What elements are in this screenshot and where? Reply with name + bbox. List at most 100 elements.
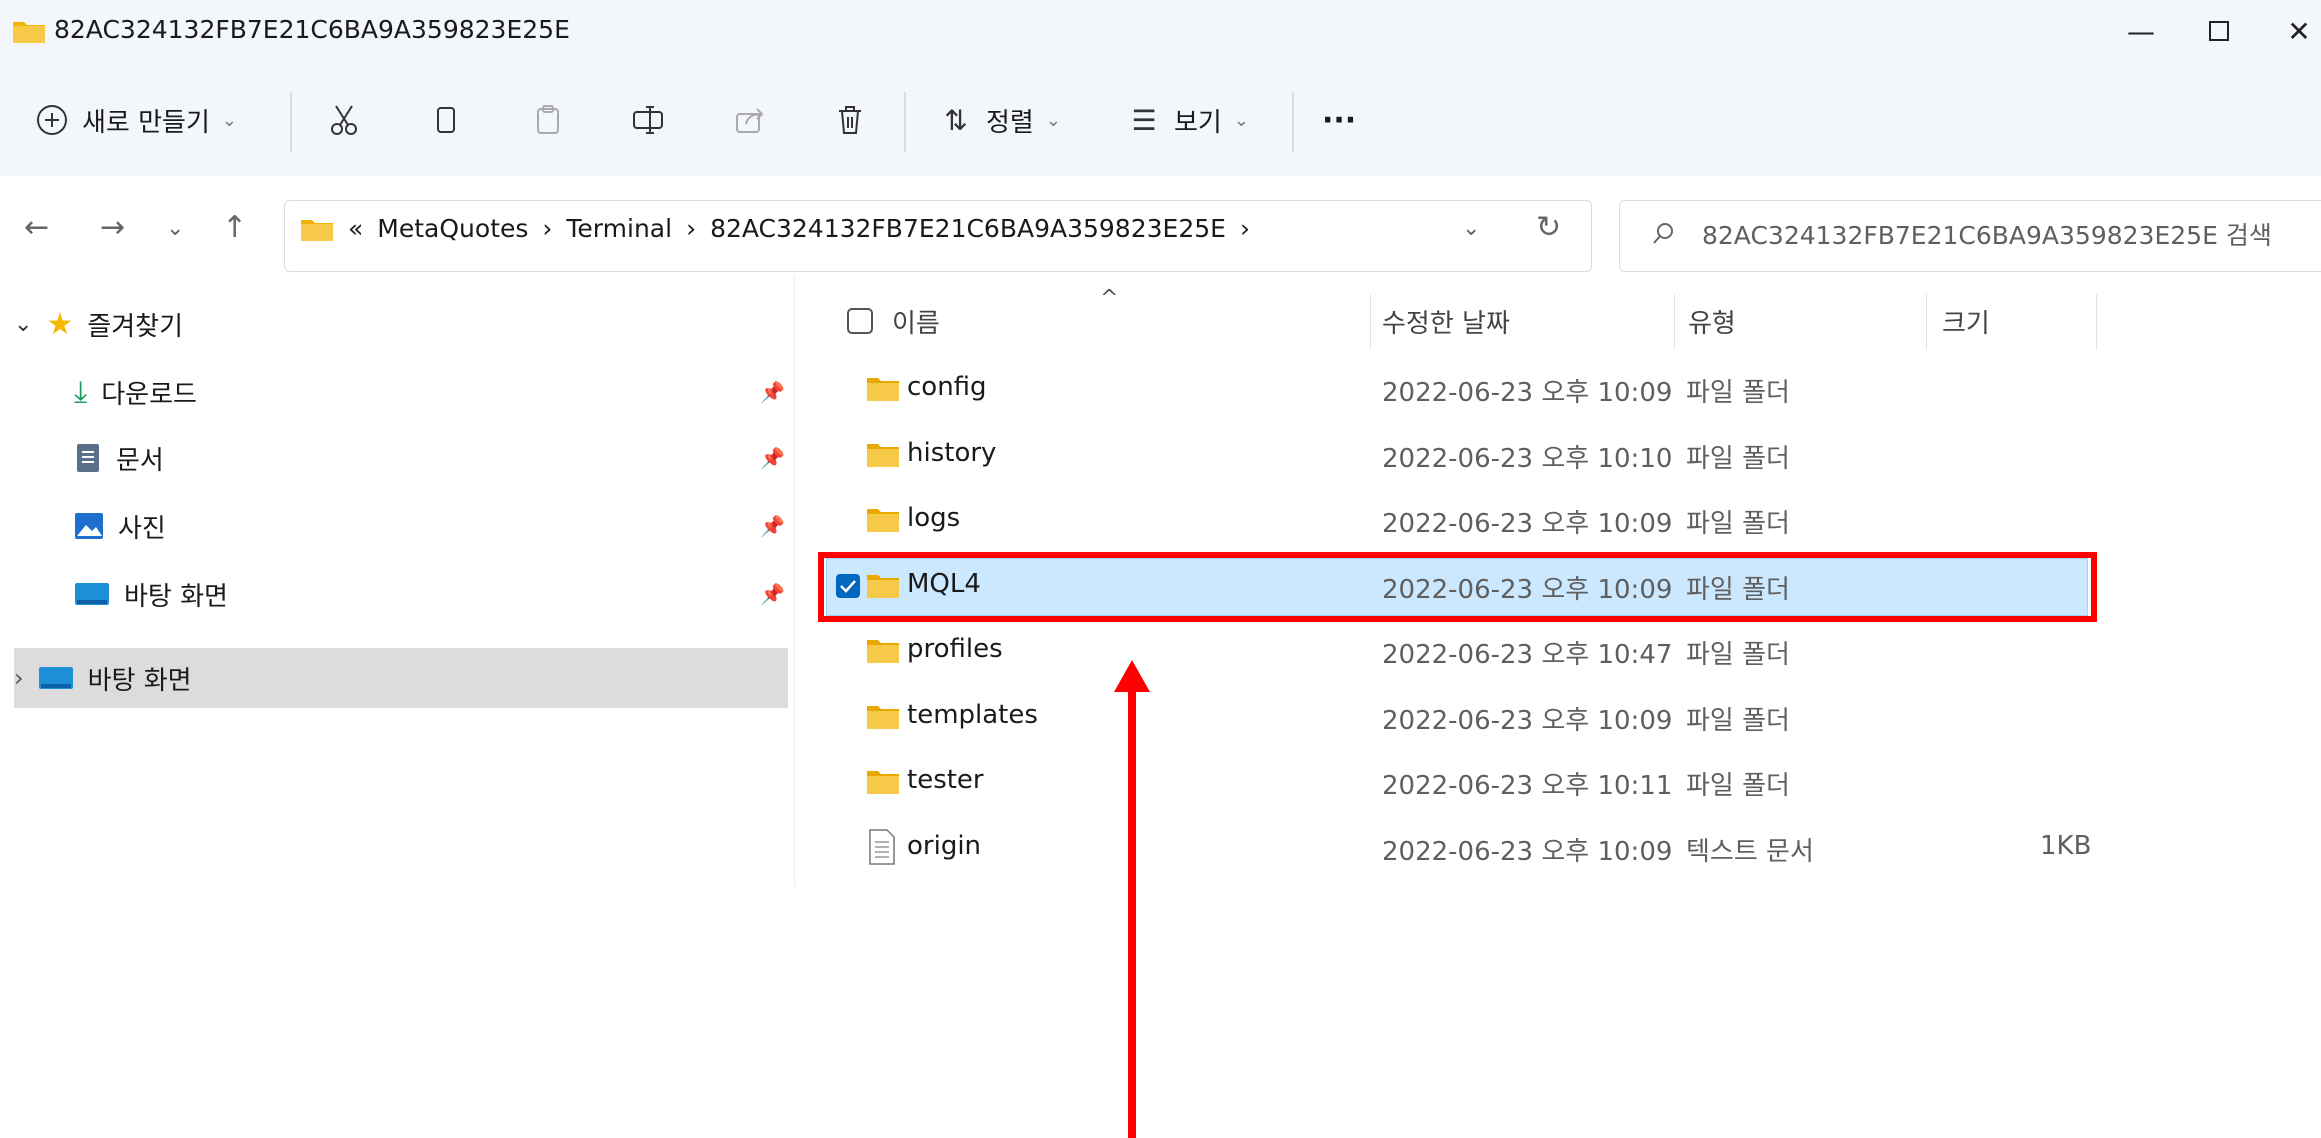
file-type: 파일 폴더 [1686,509,1790,539]
file-date-modified: 2022-06-23 오후 10:09 [1382,509,1673,539]
sort-button[interactable]: ⇅ 정렬 ⌄ [938,88,1061,152]
sidebar-favorites[interactable]: ⌄ ★ 즐겨찾기 [14,294,183,354]
pin-icon: 📌 [760,514,785,538]
pane-divider [794,276,795,886]
column-header-type[interactable]: 유형 [1688,296,1736,346]
file-type: 텍스트 문서 [1686,837,1814,867]
paste-button[interactable] [530,88,566,152]
view-button[interactable]: ☰ 보기 ⌄ [1126,88,1249,152]
document-icon [77,444,99,472]
download-icon: ⤓ [74,374,88,410]
clipboard-icon [537,105,559,134]
column-divider[interactable] [1674,294,1675,350]
chevron-down-icon: ⌄ [1233,109,1249,131]
column-header-name[interactable]: 이름 [846,296,940,346]
sort-button-label: 정렬 [986,107,1034,138]
file-name: origin [907,831,982,861]
share-button[interactable] [732,88,768,152]
more-options-button[interactable]: ··· [1322,88,1356,152]
share-icon [736,108,764,133]
copy-button[interactable] [428,88,464,152]
file-type: 파일 폴더 [1686,640,1790,670]
back-arrow-icon[interactable]: ← [24,210,49,245]
folder-icon [13,22,45,43]
select-all-checkbox[interactable] [846,307,874,335]
folder-icon [867,444,899,467]
column-name-label: 이름 [892,308,940,339]
annotation-highlight-box [818,552,2097,622]
breadcrumb-overflow[interactable]: « [348,214,363,243]
window-title: 82AC324132FB7E21C6BA9A359823E25E [54,15,570,44]
sidebar-item-documents[interactable]: 문서 [74,428,164,488]
new-button[interactable]: 새로 만들기 ⌄ [34,88,237,152]
folder-icon [867,640,899,663]
breadcrumb: « MetaQuotes › Terminal › 82AC324132FB7E… [300,214,1250,243]
folder-icon [867,706,899,729]
file-date-modified: 2022-06-23 오후 10:09 [1382,378,1673,408]
desktop-icon [75,583,109,605]
sidebar-item-desktop[interactable]: 바탕 화면 [74,564,228,624]
file-size: 1KB [2040,831,2092,861]
plus-circle-icon [37,105,67,135]
file-type: 파일 폴더 [1686,378,1790,408]
refresh-icon[interactable]: ↻ [1536,210,1561,245]
sidebar-item-pictures[interactable]: 사진 [74,496,166,556]
maximize-button[interactable] [2202,14,2236,48]
star-icon: ★ [46,306,74,342]
folder-icon [301,219,333,241]
view-button-label: 보기 [1174,107,1222,138]
toolbar-divider [1292,92,1294,152]
address-dropdown-chevron-icon[interactable]: ⌄ [1462,216,1480,241]
file-name: config [907,372,987,402]
file-date-modified: 2022-06-23 오후 10:09 [1382,706,1673,736]
folder-icon [867,771,899,794]
rename-button[interactable] [630,88,666,152]
sort-icon: ⇅ [944,103,968,137]
search-icon [1653,223,1673,244]
breadcrumb-separator[interactable]: › [686,214,696,243]
recent-locations-chevron-icon[interactable]: ⌄ [166,216,184,241]
maximize-icon [2209,21,2229,41]
delete-button[interactable] [832,88,868,152]
new-button-label: 새로 만들기 [82,107,210,138]
text-file-icon [869,829,895,865]
file-type: 파일 폴더 [1686,771,1790,801]
column-divider[interactable] [1370,294,1371,350]
minimize-button[interactable]: — [2124,14,2158,48]
breadcrumb-item[interactable]: Terminal [566,214,672,243]
column-divider[interactable] [1926,294,1927,350]
file-name: logs [907,503,961,533]
file-date-modified: 2022-06-23 오후 10:10 [1382,444,1673,474]
close-button[interactable]: ✕ [2282,14,2316,48]
scissors-icon [331,105,357,135]
breadcrumb-item[interactable]: 82AC324132FB7E21C6BA9A359823E25E [710,214,1226,243]
folder-icon [867,509,899,532]
list-view-icon: ☰ [1131,103,1157,137]
up-arrow-icon[interactable]: ↑ [222,210,247,245]
breadcrumb-separator[interactable]: › [1240,214,1250,243]
column-divider[interactable] [2096,294,2097,350]
breadcrumb-separator[interactable]: › [542,214,552,243]
file-name: history [907,438,997,468]
breadcrumb-item[interactable]: MetaQuotes [377,214,528,243]
chevron-down-icon: ⌄ [1045,109,1061,131]
chevron-down-icon: ⌄ [14,311,33,337]
rename-icon [633,106,663,134]
file-name: profiles [907,634,1003,664]
column-header-size[interactable]: 크기 [1942,296,1990,346]
pin-icon: 📌 [760,446,785,470]
file-date-modified: 2022-06-23 오후 10:47 [1382,640,1673,670]
forward-arrow-icon[interactable]: → [100,210,125,245]
file-date-modified: 2022-06-23 오후 10:09 [1382,837,1673,867]
file-name: tester [907,765,984,795]
sidebar-favorites-label: 즐겨찾기 [87,311,184,342]
picture-icon [75,513,103,539]
pin-icon: 📌 [760,582,785,606]
sidebar-item-label: 바탕 화면 [124,581,228,612]
cut-button[interactable] [326,88,362,152]
sidebar-item-downloads[interactable]: ⤓ 다운로드 [74,362,197,422]
trash-icon [839,106,861,134]
file-type: 파일 폴더 [1686,444,1790,474]
column-header-date[interactable]: 수정한 날짜 [1382,296,1510,346]
toolbar-divider [290,92,292,152]
